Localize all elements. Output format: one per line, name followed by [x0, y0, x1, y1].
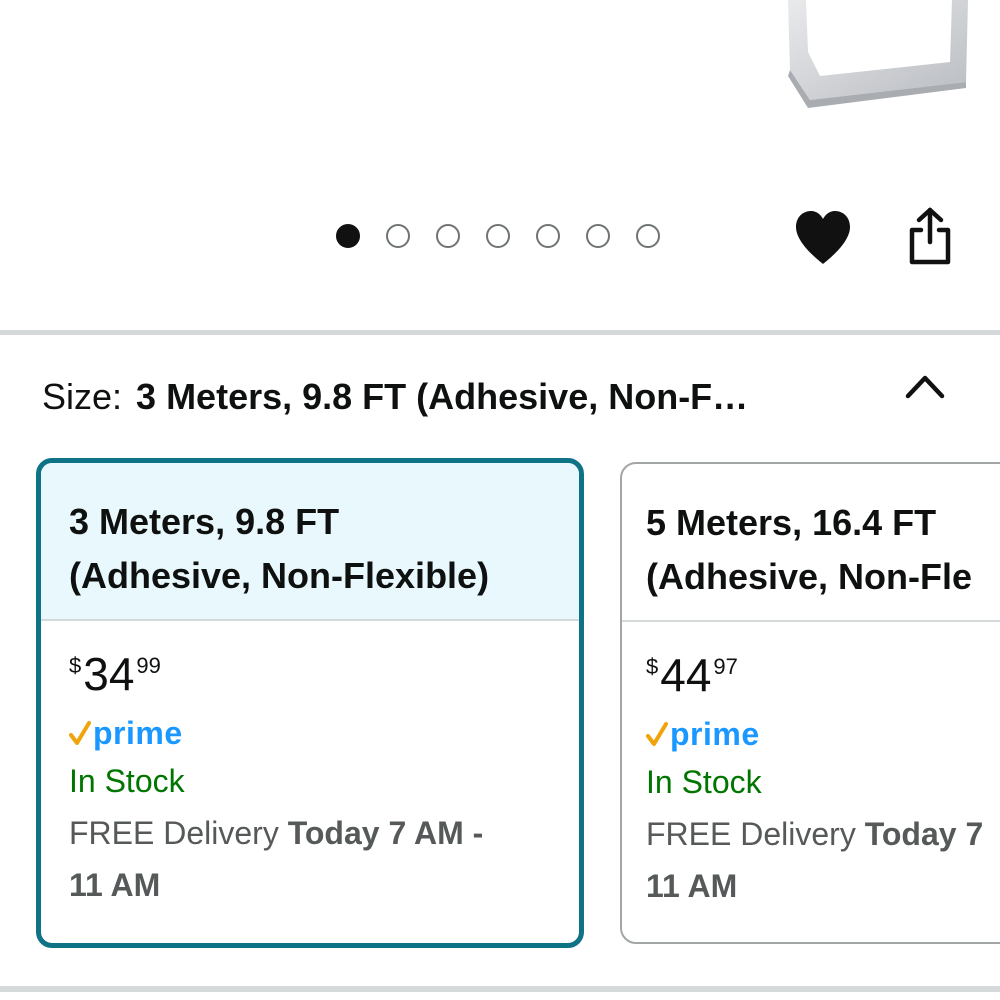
delivery-info: FREE Delivery Today 7 AM -	[69, 807, 579, 859]
price-currency: $	[646, 654, 659, 679]
size-option-card[interactable]: 5 Meters, 16.4 FT (Adhesive, Non-Fle $ 4…	[620, 462, 1000, 944]
price-fraction: 97	[713, 654, 738, 679]
option-price: $ 34 99	[69, 649, 579, 707]
size-selector-header[interactable]: Size: 3 Meters, 9.8 FT (Adhesive, Non-F…	[42, 372, 942, 422]
carousel-dot[interactable]	[486, 224, 510, 248]
prime-check-icon	[646, 722, 668, 746]
option-title-line: 3 Meters, 9.8 FT	[69, 501, 340, 542]
option-price: $ 44 97	[646, 650, 1000, 708]
collapse-size-button[interactable]	[900, 366, 950, 406]
option-title: 5 Meters, 16.4 FT (Adhesive, Non-Fle	[622, 464, 1000, 622]
delivery-time: Today 7	[864, 816, 984, 852]
share-button[interactable]	[904, 206, 956, 266]
prime-label: prime	[93, 714, 183, 751]
price-currency: $	[69, 653, 82, 678]
stock-status: In Stock	[69, 763, 185, 799]
delivery-time-line2: 11 AM	[69, 867, 161, 903]
image-carousel-dots	[336, 224, 660, 248]
stock-status: In Stock	[646, 764, 762, 800]
delivery-prefix: FREE Delivery	[69, 815, 288, 851]
price-fraction: 99	[136, 653, 161, 678]
section-divider	[0, 330, 1000, 335]
carousel-dot[interactable]	[586, 224, 610, 248]
size-label: Size:	[42, 376, 123, 417]
carousel-dot[interactable]	[386, 224, 410, 248]
prime-badge: prime	[69, 711, 579, 755]
chevron-up-icon	[905, 375, 945, 399]
selected-size-value: 3 Meters, 9.8 FT (Adhesive, Non-F…	[136, 376, 749, 417]
carousel-dot[interactable]	[636, 224, 660, 248]
prime-label: prime	[670, 715, 760, 752]
prime-check-icon	[69, 721, 91, 745]
product-image[interactable]	[780, 0, 980, 130]
option-title: 3 Meters, 9.8 FT (Adhesive, Non-Flexible…	[41, 463, 579, 621]
section-divider	[0, 986, 1000, 992]
carousel-dot[interactable]	[436, 224, 460, 248]
price-whole: 34	[83, 648, 135, 700]
price-whole: 44	[660, 649, 712, 701]
share-icon	[909, 207, 951, 265]
wishlist-button[interactable]	[794, 210, 852, 266]
carousel-dot[interactable]	[336, 224, 360, 248]
carousel-dot[interactable]	[536, 224, 560, 248]
option-title-line: 5 Meters, 16.4 FT	[646, 502, 937, 543]
option-title-line: (Adhesive, Non-Fle	[646, 556, 973, 597]
option-title-line: (Adhesive, Non-Flexible)	[69, 555, 490, 596]
delivery-info: FREE Delivery Today 7	[646, 808, 1000, 860]
prime-badge: prime	[646, 712, 1000, 756]
delivery-time-line2: 11 AM	[646, 868, 738, 904]
delivery-time: Today 7 AM -	[287, 815, 484, 851]
heart-icon	[796, 211, 850, 264]
delivery-prefix: FREE Delivery	[646, 816, 865, 852]
size-option-card-selected[interactable]: 3 Meters, 9.8 FT (Adhesive, Non-Flexible…	[36, 458, 584, 948]
